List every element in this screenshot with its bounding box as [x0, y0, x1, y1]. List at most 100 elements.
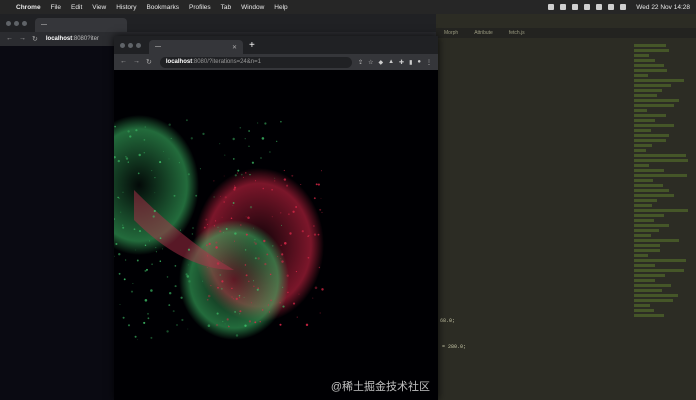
particle-speck	[173, 194, 176, 197]
editor-tab[interactable]: fetch.js	[501, 28, 533, 38]
particle-speck	[257, 287, 259, 289]
minimap[interactable]	[634, 44, 694, 344]
particle-speck	[217, 286, 219, 289]
editor-tab[interactable]: Attribute	[466, 28, 501, 38]
particle-speck	[234, 232, 237, 235]
minimap-line	[634, 144, 652, 147]
menu-item-view[interactable]: View	[92, 4, 106, 11]
sidebar-icon[interactable]: ▮	[409, 59, 412, 66]
particle-speck	[159, 260, 162, 262]
share-icon[interactable]: ⇪	[358, 59, 363, 66]
particle-canvas[interactable]	[114, 70, 438, 400]
particle-speck	[284, 242, 287, 245]
editor-tab[interactable]: Morph	[436, 28, 466, 38]
forward-icon[interactable]: →	[19, 35, 26, 43]
menu-item-edit[interactable]: Edit	[71, 4, 82, 11]
particle-speck	[318, 266, 321, 269]
particle-speck	[223, 175, 225, 177]
tab-title: —	[155, 44, 161, 50]
menu-item-history[interactable]: History	[116, 4, 136, 11]
status-icon[interactable]	[548, 4, 555, 10]
particle-speck	[220, 195, 221, 197]
particle-speck	[234, 310, 237, 313]
particle-speck	[190, 137, 193, 140]
particle-speck	[144, 126, 146, 128]
particle-speck	[239, 126, 242, 129]
particle-speck	[225, 227, 228, 230]
particle-speck	[161, 248, 163, 250]
minimap-line	[634, 169, 664, 172]
particle-speck	[178, 162, 180, 164]
particle-speck	[188, 280, 191, 283]
puzzle-icon[interactable]: ✚	[399, 59, 404, 66]
menu-clock[interactable]: Wed 22 Nov 14:28	[636, 4, 690, 11]
reload-icon[interactable]: ↻	[146, 58, 152, 66]
particle-speck	[228, 325, 229, 326]
zoom-window-icon[interactable]	[22, 20, 27, 26]
green-particle-sphere	[179, 220, 289, 340]
active-tab[interactable]: — ✕	[149, 40, 243, 54]
reload-icon[interactable]: ↻	[32, 35, 38, 43]
menu-bar: Chrome File Edit View History Bookmarks …	[0, 0, 696, 14]
more-icon[interactable]: ⋮	[426, 59, 432, 66]
menu-item-window[interactable]: Window	[241, 4, 264, 11]
new-tab-button[interactable]: +	[249, 40, 255, 51]
menu-item-tab[interactable]: Tab	[221, 4, 231, 11]
profile-icon[interactable]: ●	[417, 59, 421, 66]
particle-speck	[315, 183, 318, 186]
search-icon[interactable]	[608, 4, 615, 10]
status-icon[interactable]	[572, 4, 579, 10]
menu-item-profiles[interactable]: Profiles	[189, 4, 211, 11]
particle-speck	[279, 323, 282, 326]
particle-speck	[301, 230, 304, 233]
back-icon[interactable]: ←	[120, 58, 127, 66]
menu-item-bookmarks[interactable]: Bookmarks	[146, 4, 179, 11]
particle-speck	[287, 291, 289, 294]
menu-item-file[interactable]: File	[51, 4, 61, 11]
back-tab[interactable]: —	[35, 18, 127, 32]
minimap-line	[634, 174, 687, 177]
particle-speck	[280, 258, 282, 260]
back-tab-strip: —	[0, 14, 436, 32]
close-window-icon[interactable]	[6, 20, 11, 26]
particle-speck	[286, 184, 289, 187]
back-icon[interactable]: ←	[6, 35, 13, 43]
particle-speck	[239, 310, 242, 313]
menu-item-chrome[interactable]: Chrome	[16, 4, 41, 11]
particle-speck	[155, 251, 157, 253]
particle-speck	[271, 244, 274, 247]
battery-icon[interactable]	[584, 4, 591, 10]
particle-speck	[262, 187, 265, 190]
wifi-icon[interactable]	[596, 4, 603, 10]
forward-icon[interactable]: →	[133, 58, 140, 66]
particle-speck	[279, 212, 282, 214]
extension-icon[interactable]: ◆	[378, 59, 383, 66]
close-tab-icon[interactable]: ✕	[232, 44, 237, 51]
particle-speck	[155, 247, 157, 249]
minimap-line	[634, 49, 670, 52]
minimap-line	[634, 249, 660, 252]
minimize-window-icon[interactable]	[128, 42, 133, 48]
particle-speck	[151, 263, 153, 266]
code-snippet: = 280.0;	[442, 344, 467, 350]
address-bar[interactable]: localhost:8080/?iterations=24&n=1	[159, 56, 353, 68]
particle-speck	[291, 174, 294, 177]
particle-speck	[256, 122, 259, 124]
particle-speck	[317, 233, 320, 236]
particle-speck	[231, 287, 233, 290]
extension-icon[interactable]: ▲	[388, 59, 394, 66]
zoom-window-icon[interactable]	[136, 42, 141, 48]
bookmark-star-icon[interactable]: ☆	[368, 59, 373, 66]
close-window-icon[interactable]	[120, 42, 125, 48]
control-center-icon[interactable]	[620, 4, 627, 10]
menu-item-help[interactable]: Help	[274, 4, 287, 11]
particle-speck	[192, 227, 194, 229]
particle-speck	[174, 285, 177, 288]
particle-speck	[120, 211, 122, 213]
particle-speck	[127, 161, 129, 163]
particle-speck	[148, 240, 150, 242]
particle-speck	[233, 188, 236, 191]
minimize-window-icon[interactable]	[14, 20, 19, 26]
status-icon[interactable]	[560, 4, 567, 10]
particle-speck	[130, 290, 134, 293]
